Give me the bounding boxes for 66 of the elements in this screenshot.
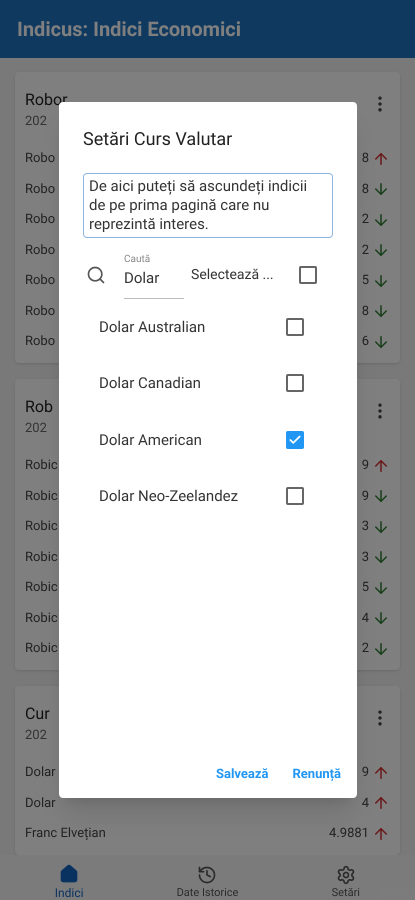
currency-label: Dolar Canadian <box>99 373 201 394</box>
currency-label: Dolar Neo-Zeelandez <box>99 486 238 507</box>
index-label: Robic <box>25 548 58 566</box>
index-value: 2 <box>362 640 369 658</box>
field-label: Caută <box>124 253 152 267</box>
index-value: 3 <box>362 548 369 566</box>
index-label: Robic <box>25 457 58 475</box>
checkbox[interactable] <box>286 318 304 336</box>
search-field[interactable]: Caută Dolar <box>124 252 184 298</box>
index-label: Robic <box>25 579 58 597</box>
index-label: Robo <box>25 333 56 351</box>
index-value: 4 <box>362 794 369 812</box>
index-value: 9 <box>362 457 369 475</box>
dialog-button[interactable]: Renunță <box>292 764 341 784</box>
nav-tab[interactable]: Date Istorice <box>176 884 238 900</box>
index-value: 3 <box>362 518 369 536</box>
card-title: Robor <box>25 89 68 111</box>
card-title: Cur <box>25 703 50 725</box>
index-label: Robo <box>25 242 56 260</box>
nav-tab[interactable]: Setări <box>332 884 360 900</box>
index-value: 2 <box>362 242 369 260</box>
checkbox[interactable] <box>286 374 304 392</box>
nav-tab[interactable]: Indici <box>54 884 84 900</box>
index-value: 2 <box>362 211 369 229</box>
index-value: 8 <box>362 302 369 320</box>
index-label: Robo <box>25 272 56 290</box>
description-box: De aici puteți să ascundeți indicii de pe prima pagină care nu reprezintă interes. <box>83 173 333 238</box>
checkbox[interactable] <box>299 266 317 284</box>
index-value: 8 <box>362 180 369 198</box>
index-label: Robic <box>25 610 58 628</box>
index-label: Robo <box>25 180 56 198</box>
card-date: 202 <box>25 727 48 745</box>
home-icon <box>59 864 80 884</box>
index-label: Robic <box>25 488 58 506</box>
index-value: 9 <box>362 488 369 506</box>
index-value: 4 <box>362 610 369 628</box>
history-icon <box>197 864 218 885</box>
index-label: Franc Elvețian <box>25 825 106 843</box>
index-value: 9 <box>362 764 369 782</box>
index-label: Robo <box>25 211 56 229</box>
index-value: 8 <box>362 150 369 168</box>
index-value: 6 <box>362 333 369 351</box>
dialog-button[interactable]: Salvează <box>216 764 268 784</box>
card-date: 202 <box>25 113 48 131</box>
index-value: 5 <box>362 579 369 597</box>
select-all-label: Selectează ... <box>191 266 274 285</box>
card-title: Rob <box>25 396 53 418</box>
search-icon <box>86 265 106 286</box>
check-icon <box>288 432 302 447</box>
index-label: Dolar <box>25 764 56 782</box>
checkbox[interactable] <box>286 487 304 506</box>
app-title: Indicus: Indici Economici <box>17 16 242 43</box>
index-value: 4.9881 <box>329 825 369 843</box>
index-label: Robic <box>25 518 58 536</box>
card-date: 202 <box>25 420 48 438</box>
index-label: Robic <box>25 640 58 658</box>
currency-label: Dolar American <box>99 430 202 450</box>
index-value: 5 <box>362 272 369 290</box>
dialog-title: Setări Curs Valutar <box>83 128 234 152</box>
index-label: Robo <box>25 150 56 168</box>
index-label: Robo <box>25 302 56 320</box>
currency-label: Dolar Australian <box>99 316 206 338</box>
search-input[interactable]: Dolar <box>124 267 184 290</box>
index-label: Dolar <box>25 794 56 812</box>
gear-icon <box>336 864 356 885</box>
checkbox[interactable] <box>286 430 304 449</box>
